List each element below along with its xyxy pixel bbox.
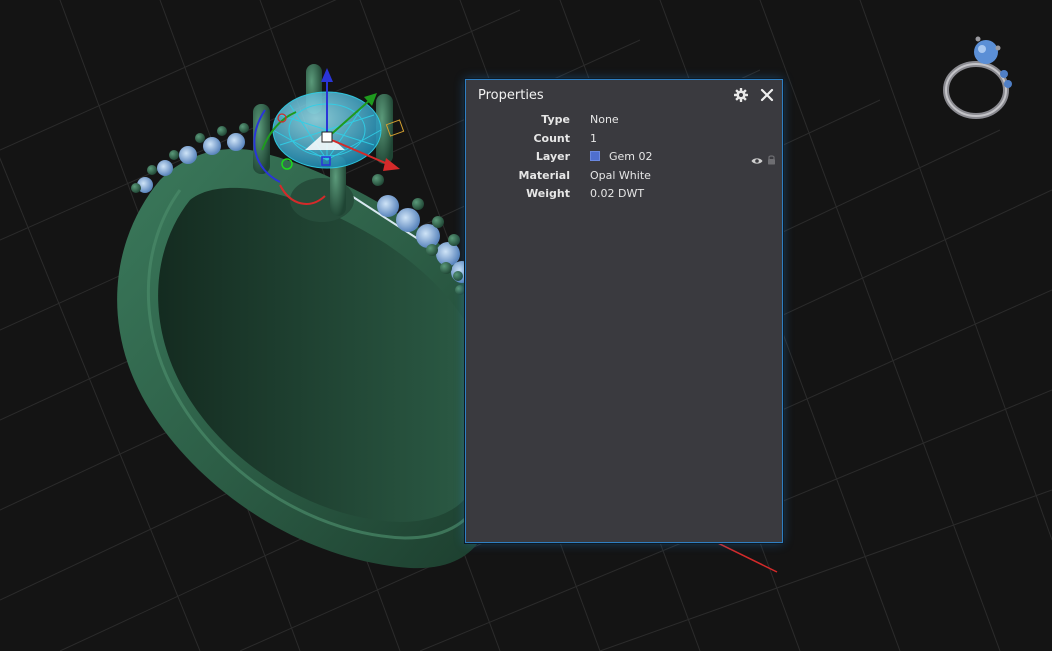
property-row-material: Material Opal White (466, 167, 782, 186)
navigation-thumbnail[interactable] (938, 30, 1018, 122)
properties-panel: Properties Type None Count 1 Layer Gem 0… (465, 79, 783, 543)
close-icon[interactable] (758, 86, 776, 104)
type-value[interactable]: None (590, 113, 619, 126)
property-label: Count (533, 131, 570, 145)
layer-color-swatch[interactable] (590, 151, 600, 161)
gear-icon[interactable] (732, 86, 750, 104)
property-label: Type (541, 113, 570, 126)
property-label: Weight (526, 187, 570, 200)
property-row-count: Count 1 (466, 130, 782, 149)
panel-title: Properties (478, 88, 544, 103)
layer-value[interactable]: Gem 02 (609, 150, 653, 163)
ring-model[interactable] (117, 64, 481, 569)
panel-header: Properties (466, 80, 782, 112)
material-value[interactable]: Opal White (590, 169, 651, 182)
lock-icon[interactable] (767, 150, 776, 165)
eye-icon[interactable] (751, 151, 763, 164)
property-label: Material (518, 168, 570, 182)
property-row-layer: Layer Gem 02 (466, 148, 782, 167)
gizmo-center-handle[interactable] (321, 131, 333, 143)
property-row-type: Type None (466, 111, 782, 130)
property-label: Layer (535, 150, 570, 163)
property-list: Type None Count 1 Layer Gem 02 Material … (466, 111, 782, 204)
property-row-weight: Weight 0.02 DWT (466, 185, 782, 204)
count-value[interactable]: 1 (590, 132, 597, 145)
weight-value: 0.02 DWT (590, 187, 645, 200)
